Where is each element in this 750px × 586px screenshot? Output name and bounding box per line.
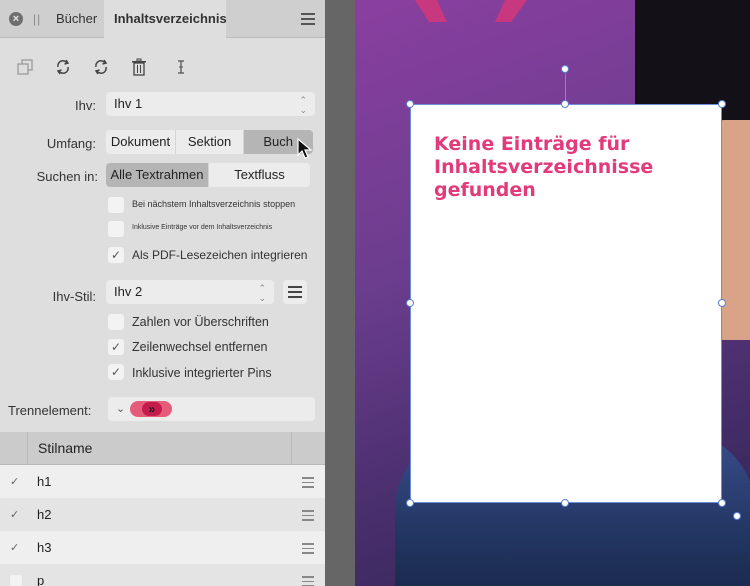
table-row[interactable]: ✓ h1	[0, 465, 325, 498]
resize-handle-top-right[interactable]	[718, 100, 726, 108]
scope-segmented: Dokument Sektion Buch	[106, 130, 313, 154]
row-menu-icon[interactable]	[302, 477, 314, 491]
frame-empty-message[interactable]: Keine Einträge für Inhaltsverzeichnisse …	[434, 133, 704, 202]
table-header-check-col	[0, 432, 28, 465]
checkbox-stop-at-next[interactable]	[108, 197, 124, 213]
tab-toc[interactable]: Inhaltsverzeichnis	[104, 0, 227, 38]
style-select[interactable]: Ihv 2 ⌃ ⌄	[106, 280, 274, 304]
checkbox-remove-line-breaks[interactable]: ✓	[108, 339, 124, 355]
checkbox-numbers-before-headings[interactable]	[108, 314, 124, 330]
row-menu-icon[interactable]	[302, 510, 314, 524]
row-check-icon[interactable]: ✓	[10, 541, 19, 554]
scope-label: Umfang:	[46, 136, 96, 151]
scope-option-document[interactable]: Dokument	[106, 130, 176, 154]
search-in-option-all-frames[interactable]: Alle Textrahmen	[106, 163, 209, 187]
chevron-down-icon[interactable]: ⌄	[116, 397, 125, 421]
background-graphic	[415, 0, 527, 22]
row-style-name: h3	[37, 540, 52, 555]
checkbox-include-before-label: Inklusive Einträge vor dem Inhaltsverzei…	[132, 224, 273, 231]
separator-field[interactable]: ⌄ »	[108, 397, 315, 421]
row-check-empty[interactable]	[10, 575, 22, 586]
style-select-value: Ihv 2	[114, 284, 143, 299]
row-style-name: h2	[37, 507, 52, 522]
checkbox-pdf-bookmarks[interactable]: ✓	[108, 247, 124, 263]
checkbox-include-before[interactable]	[108, 221, 124, 237]
rotation-handle[interactable]	[561, 65, 569, 73]
table-row[interactable]: ✓ h3	[0, 531, 325, 564]
checkbox-include-pins-label: Inklusive integrierter Pins	[132, 366, 272, 380]
table-header-stilname[interactable]: Stilname	[38, 432, 92, 465]
toc-panel: × || Bücher Inhaltsverzeichnis Ihv: Ihv …	[0, 0, 325, 586]
checkbox-remove-line-breaks-label: Zeilenwechsel entfernen	[132, 340, 268, 354]
toc-select-value: Ihv 1	[114, 96, 143, 111]
table-row[interactable]: ✓ h2	[0, 498, 325, 531]
refresh-icon[interactable]	[52, 56, 74, 78]
resize-handle-bottom-left[interactable]	[406, 499, 414, 507]
update-icon[interactable]	[90, 56, 112, 78]
resize-handle-top[interactable]	[561, 100, 569, 108]
style-label: Ihv-Stil:	[52, 289, 96, 304]
row-check-icon[interactable]: ✓	[10, 508, 19, 521]
row-menu-icon[interactable]	[302, 576, 314, 586]
resize-handle-left[interactable]	[406, 299, 414, 307]
separator-token[interactable]: »	[130, 401, 172, 417]
panel-tab-bar: × || Bücher Inhaltsverzeichnis	[0, 0, 325, 38]
checkbox-stop-at-next-label: Bei nächstem Inhaltsverzeichnis stoppen	[132, 199, 296, 209]
frame-link-handle[interactable]	[733, 512, 741, 520]
rotation-handle-line	[565, 70, 566, 104]
separator-glyph: »	[142, 402, 162, 416]
resize-handle-bottom[interactable]	[561, 499, 569, 507]
table-row[interactable]: p	[0, 564, 325, 586]
close-icon[interactable]: ×	[9, 12, 23, 26]
checkbox-numbers-before-headings-label: Zahlen vor Überschriften	[132, 315, 269, 329]
checkbox-include-pins[interactable]: ✓	[108, 364, 124, 380]
row-style-name: p	[37, 573, 45, 586]
checkbox-pdf-bookmarks-label: Als PDF-Lesezeichen integrieren	[132, 248, 308, 262]
mouse-cursor-icon	[297, 138, 313, 159]
duplicate-icon[interactable]	[14, 56, 36, 78]
panel-menu-icon[interactable]	[301, 13, 315, 25]
tab-books[interactable]: Bücher	[56, 0, 97, 38]
text-cursor-icon[interactable]	[170, 56, 192, 78]
separator-label: Trennelement:	[8, 403, 92, 418]
select-arrows-icon: ⌃ ⌄	[258, 283, 266, 303]
table-header-divider	[291, 432, 292, 465]
resize-handle-bottom-right[interactable]	[718, 499, 726, 507]
style-table-header: Stilname	[0, 432, 325, 465]
scope-option-section[interactable]: Sektion	[176, 130, 244, 154]
resize-handle-top-left[interactable]	[406, 100, 414, 108]
row-style-name: h1	[37, 474, 52, 489]
toc-select[interactable]: Ihv 1 ⌃ ⌄	[106, 92, 315, 116]
style-menu-icon[interactable]	[283, 280, 307, 304]
resize-handle-right[interactable]	[718, 299, 726, 307]
row-check-icon[interactable]: ✓	[10, 475, 19, 488]
delete-icon[interactable]	[128, 56, 150, 78]
toc-label: Ihv:	[75, 98, 96, 113]
grip-icon[interactable]: ||	[33, 12, 41, 26]
panel-splitter[interactable]	[325, 0, 355, 586]
row-menu-icon[interactable]	[302, 543, 314, 557]
select-arrows-icon: ⌃ ⌄	[299, 95, 307, 115]
search-in-segmented: Alle Textrahmen Textfluss	[106, 163, 310, 187]
search-in-option-text-flow[interactable]: Textfluss	[209, 163, 310, 187]
search-in-label: Suchen in:	[36, 169, 98, 184]
